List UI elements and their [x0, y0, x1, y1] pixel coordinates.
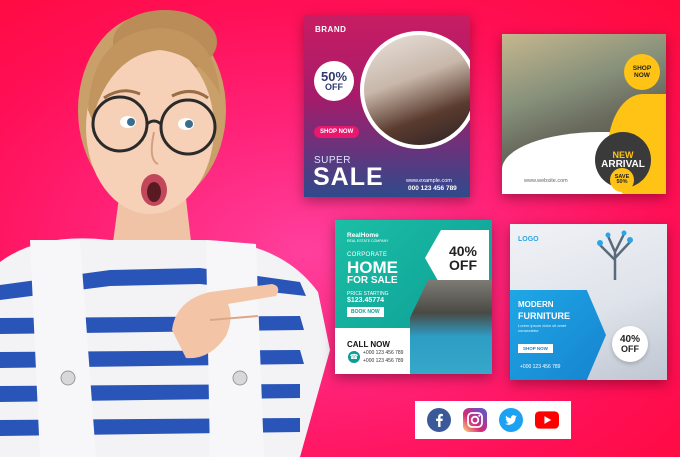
logo-text: RealHome — [347, 232, 379, 239]
surprised-woman-pointing-image — [0, 10, 330, 457]
phone-number-2: +000 123 456 789 — [363, 358, 404, 364]
realhome-logo: RealHome REAL ESTATE COMPANY — [347, 232, 389, 243]
house-pool-photo — [410, 280, 492, 374]
discount-off: OFF — [325, 82, 343, 92]
modern-heading: MODERN — [518, 300, 554, 309]
social-icons-bar — [415, 401, 571, 439]
discount-off: OFF — [449, 257, 477, 273]
discount-percent: 40% — [448, 243, 478, 259]
new-arrival-card[interactable]: SHOP NOW NEW ARRIVAL SAVE 50% www.websit… — [502, 34, 666, 194]
price-amount: $123.45774 — [347, 297, 384, 304]
phone-number: 000 123 456 789 — [408, 185, 457, 192]
website-text: www.website.com — [524, 178, 568, 184]
sale-heading: SALE — [313, 163, 384, 191]
shop-now-button[interactable]: SHOP NOW — [518, 344, 553, 353]
phone-icon: ☎ — [348, 351, 360, 363]
discount-badge: 40% OFF — [612, 326, 648, 362]
book-now-button[interactable]: BOOK NOW — [347, 307, 384, 317]
furniture-heading: FURNITURE — [518, 311, 570, 321]
call-now-label: CALL NOW — [347, 340, 390, 349]
phone-number-1: +000 123 456 789 — [363, 350, 404, 356]
subtitle-text: Lorem ipsum dolor sit amet consectetur — [518, 323, 567, 333]
shop-now-line2: NOW — [634, 72, 650, 79]
home-for-sale-card[interactable]: RealHome REAL ESTATE COMPANY CORPORATE H… — [335, 220, 492, 374]
woman-fashion-photo — [360, 31, 470, 149]
tree-wall-decal-icon — [597, 230, 633, 280]
logo-subtext: REAL ESTATE COMPANY — [347, 239, 389, 243]
logo-text: LOGO — [518, 236, 539, 243]
save-percent: 50% — [616, 179, 628, 185]
modern-furniture-card[interactable]: LOGO MODERN FURNITURE Lorem ipsum dolor … — [510, 224, 667, 380]
super-sale-card[interactable]: BRAND 50% OFF SHOP NOW SUPER SALE www.ex… — [304, 15, 470, 197]
twitter-icon[interactable] — [499, 408, 523, 432]
shop-now-line1: SHOP — [632, 64, 652, 72]
shop-now-button[interactable]: SHOP NOW — [314, 126, 360, 138]
for-sale-heading: FOR SALE — [347, 275, 398, 286]
facebook-icon[interactable] — [427, 408, 451, 432]
phone-number: +000 123 456 789 — [520, 364, 561, 370]
instagram-icon[interactable] — [463, 408, 487, 432]
discount-off: OFF — [621, 343, 639, 354]
youtube-icon[interactable] — [535, 408, 559, 432]
save-badge: SAVE 50% — [610, 168, 634, 192]
website-text: www.example.com — [406, 178, 452, 184]
brand-label: BRAND — [315, 25, 347, 34]
discount-badge: 50% OFF — [314, 61, 354, 101]
discount-percent: 40% — [619, 333, 640, 345]
shop-now-badge[interactable]: SHOP NOW — [624, 54, 660, 90]
